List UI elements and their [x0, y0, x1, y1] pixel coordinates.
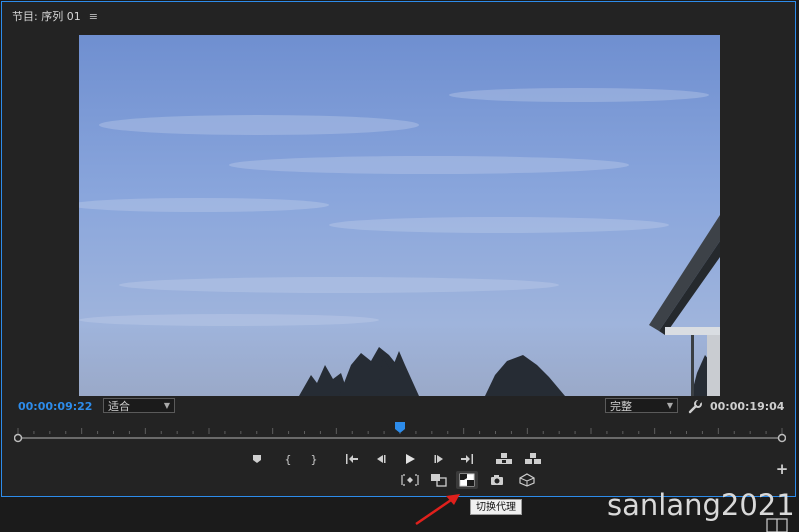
go-to-out-button[interactable]: [456, 450, 478, 468]
step-forward-button[interactable]: [428, 450, 450, 468]
panel-menu-icon[interactable]: ≡: [89, 10, 98, 23]
extract-icon: [525, 453, 541, 464]
watermark-text: sanlang2021: [607, 488, 795, 522]
go-to-in-icon: [346, 454, 358, 464]
time-ruler[interactable]: [14, 420, 786, 446]
toggle-proxies-tooltip: 切换代理: [470, 499, 522, 515]
playback-resolution-value: 完整: [610, 399, 632, 413]
insert-icon: [401, 474, 419, 486]
export-frame-button[interactable]: [486, 471, 508, 489]
toggle-proxies-icon: [459, 473, 475, 487]
zoom-level-select[interactable]: 适合 ▼: [103, 398, 175, 413]
zoom-level-value: 适合: [108, 399, 130, 413]
annotation-arrow-icon: [415, 494, 460, 526]
chevron-down-icon: ▼: [666, 401, 673, 410]
overwrite-button[interactable]: [428, 471, 450, 489]
marker-icon: [253, 455, 261, 463]
add-marker-button[interactable]: [246, 450, 268, 468]
mark-out-button[interactable]: }: [303, 450, 325, 468]
mark-in-icon: {: [284, 452, 292, 466]
chevron-down-icon: ▼: [163, 401, 170, 410]
lift-icon: [496, 453, 512, 464]
mark-in-button[interactable]: {: [277, 450, 299, 468]
play-icon: [406, 454, 415, 464]
monitor-info-bar: 00:00:09:22 适合 ▼ 完整 ▼ 00:00:19:04: [0, 398, 799, 416]
overwrite-icon: [431, 474, 447, 487]
camera-icon: [491, 475, 503, 485]
play-button[interactable]: [399, 450, 421, 468]
duration-timecode: 00:00:19:04: [710, 400, 785, 413]
mark-out-icon: }: [310, 452, 318, 466]
extract-button[interactable]: [522, 450, 544, 468]
panel-title[interactable]: 节目: 序列 01: [12, 8, 81, 24]
vr-video-icon: [519, 473, 535, 487]
panel-tab[interactable]: 节目: 序列 01 ≡: [12, 8, 98, 24]
window-layout-icon[interactable]: [766, 518, 788, 532]
toggle-proxies-button[interactable]: [456, 471, 478, 489]
vr-video-button[interactable]: [516, 471, 538, 489]
current-timecode[interactable]: 00:00:09:22: [18, 400, 92, 413]
range-start-handle[interactable]: [14, 433, 23, 443]
go-to-out-icon: [461, 454, 473, 464]
sky-image: [79, 35, 720, 396]
add-button-editor-button[interactable]: +: [771, 460, 793, 478]
time-ruler-graphic[interactable]: [14, 420, 786, 446]
video-preview[interactable]: [79, 35, 720, 396]
step-back-icon: [377, 455, 386, 463]
playback-resolution-select[interactable]: 完整 ▼: [605, 398, 678, 413]
insert-button[interactable]: [399, 471, 421, 489]
range-end-handle[interactable]: [777, 433, 786, 443]
step-forward-icon: [434, 455, 443, 463]
lift-button[interactable]: [493, 450, 515, 468]
step-back-button[interactable]: [370, 450, 392, 468]
go-to-in-button[interactable]: [341, 450, 363, 468]
playhead[interactable]: [395, 422, 405, 433]
plus-icon: +: [775, 460, 789, 478]
settings-wrench-icon[interactable]: [688, 399, 702, 418]
